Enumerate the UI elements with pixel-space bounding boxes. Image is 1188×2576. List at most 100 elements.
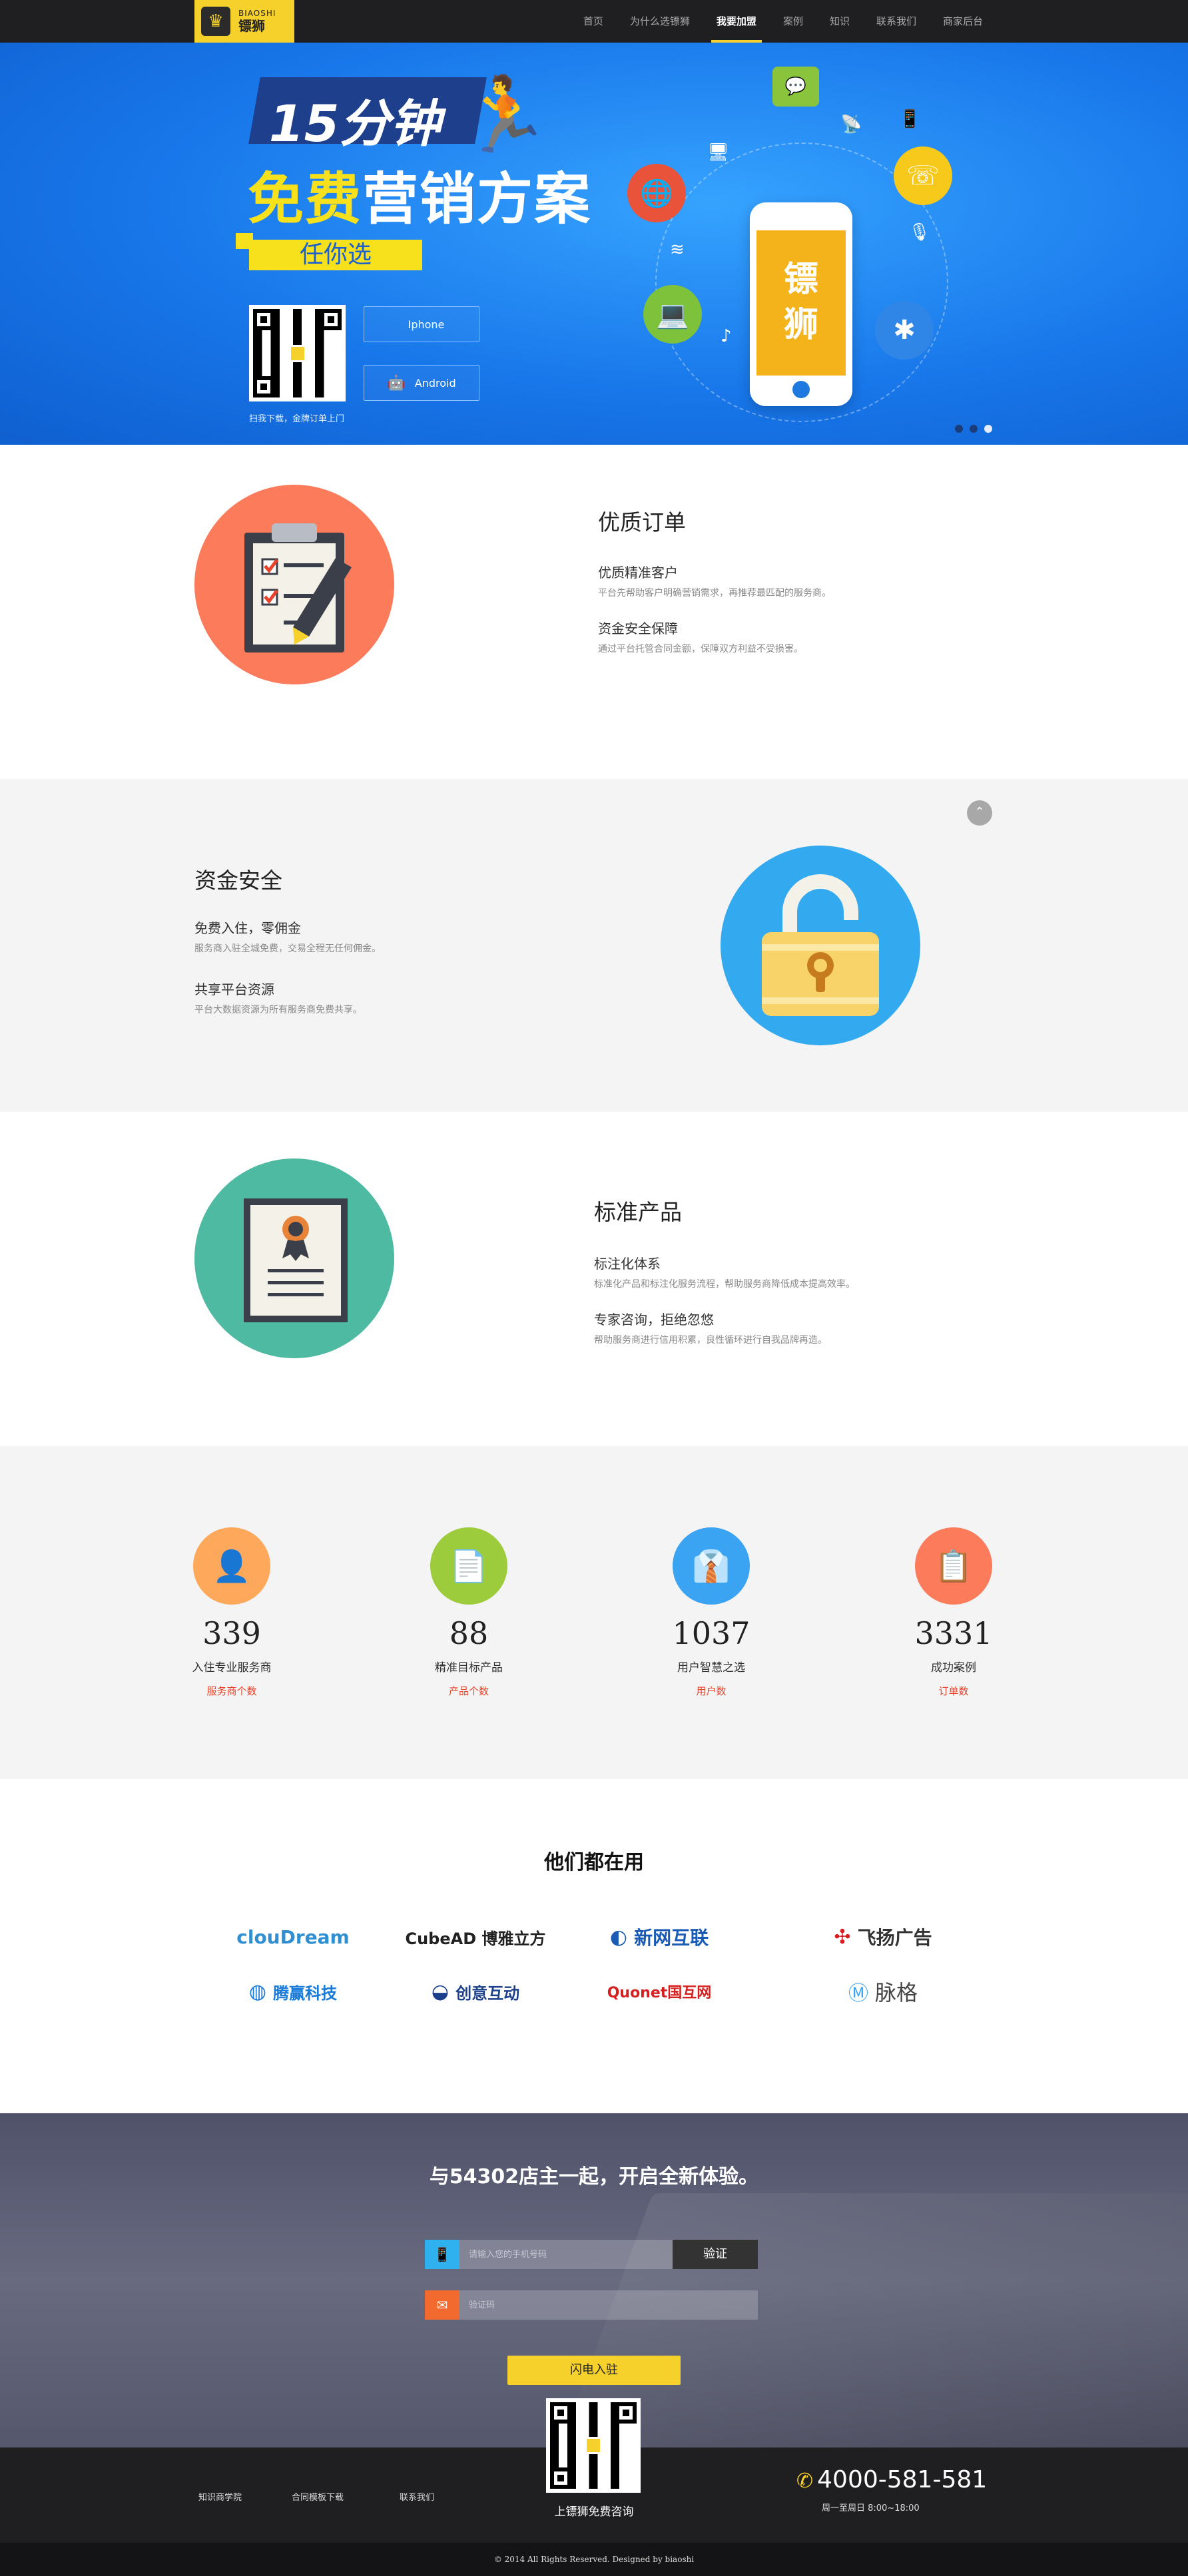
phone-text-2: 狮	[783, 305, 818, 345]
partner-logo-feiyang[interactable]: ✣ 飞扬广告	[810, 1920, 956, 1953]
stat-products: 📄 88 精准目标产品 产品个数	[396, 1527, 542, 1698]
partner-name: 脉格	[874, 1980, 918, 2005]
partner-logo-xinwang[interactable]: ◐ 新网互联	[586, 1920, 733, 1953]
stat-tag: 用户数	[696, 1685, 727, 1697]
android-download-button[interactable]: 🤖 Android	[364, 365, 479, 401]
laptop-background	[545, 2193, 1188, 2447]
footer: 知识商学院 合同模板下载 联系我们 上镖狮免费咨询 ✆ 4000-581-581 …	[0, 2398, 1188, 2543]
padlock-icon	[721, 846, 920, 1045]
nav-item-contact[interactable]: 联系我们	[863, 0, 930, 43]
partner-logo-maige[interactable]: Ⓜ 脉格	[810, 1975, 956, 2008]
nav-item-knowledge[interactable]: 知识	[816, 0, 863, 43]
logo-cn: 镖狮	[238, 18, 265, 35]
nav-item-home[interactable]: 首页	[570, 0, 617, 43]
signup-title: 与54302店主一起，开启全新体验。	[429, 2165, 759, 2189]
partner-name: 腾赢科技	[273, 1983, 338, 2003]
join-button[interactable]: 闪电入驻	[507, 2356, 681, 2385]
stat-tag: 产品个数	[448, 1685, 489, 1697]
feature-item-name: 标注化体系	[594, 1256, 661, 1272]
logo-text: BIAOSHI 镖狮	[238, 9, 276, 34]
footer-link-academy[interactable]: 知识商学院	[198, 2490, 242, 2503]
footer-qr-code	[546, 2398, 641, 2493]
partner-logo-cubead[interactable]: CubeAD 博雅立方	[402, 1920, 549, 1953]
certificate-icon	[194, 1159, 394, 1358]
iphone-download-button[interactable]: Iphone	[364, 306, 479, 342]
nav-item-merchant[interactable]: 商家后台	[930, 0, 996, 43]
pinwheel-icon: ✣	[834, 1925, 851, 1949]
feature-item-desc: 标准化产品和标注化服务流程，帮助服务商降低成本提高效率。	[594, 1279, 855, 1290]
feature-item-desc: 帮助服务商进行信用积累，良性循环进行自我品牌再造。	[594, 1335, 827, 1346]
iphone-label: Iphone	[408, 318, 445, 331]
phone-home-button	[792, 381, 810, 398]
nav-item-why[interactable]: 为什么选镖狮	[617, 0, 703, 43]
notes-icon: 📋	[915, 1527, 992, 1605]
mobile-icon: 📱	[425, 2240, 459, 2269]
stat-label: 入住专业服务商	[192, 1661, 272, 1674]
partner-logo-quonet[interactable]: Quonet国互网	[586, 1975, 733, 2008]
partner-logo-tengying[interactable]: ◍ 腾赢科技	[220, 1975, 366, 2008]
feature-item-desc: 服务商入驻全城免费，交易全程无任何佣金。	[194, 943, 381, 954]
hero-headline-2a: 免费	[248, 166, 363, 232]
envelope-icon: ✉	[425, 2290, 459, 2320]
partner-name: CubeAD 博雅立方	[405, 1929, 546, 1948]
verify-button[interactable]: 验证	[673, 2240, 758, 2269]
feature-section-orders: 优质订单 优质精准客户 平台先帮助客户明确营销需求，再推荐最匹配的服务商。 资金…	[0, 445, 1188, 779]
stat-number: 339	[202, 1615, 261, 1651]
music-icon: ♪	[721, 326, 732, 346]
stat-users: 👔 1037 用户智慧之选 用户数	[638, 1527, 784, 1698]
laptop-wifi-icon: 💻	[643, 285, 702, 344]
carousel-dot-2[interactable]	[970, 425, 978, 433]
hotline: ✆ 4000-581-581	[796, 2466, 987, 2493]
footer-qr-caption: 上镖狮免费咨询	[554, 2505, 634, 2519]
stat-label: 精准目标产品	[435, 1661, 503, 1674]
partner-logo-cloudream[interactable]: clouDream	[220, 1920, 366, 1953]
scroll-top-button[interactable]: ⌃	[967, 800, 992, 826]
carousel-dot-3[interactable]	[984, 425, 992, 433]
partner-name: clouDream	[236, 1926, 350, 1948]
carousel-dot-1[interactable]	[955, 425, 963, 433]
lion-icon: ♛	[201, 7, 230, 36]
partners-title: 他们都在用	[544, 1851, 644, 1874]
code-field: ✉	[425, 2290, 758, 2320]
stat-number: 1037	[672, 1615, 750, 1651]
mobile-icon: 📱	[899, 109, 921, 129]
feature-item-name: 免费入住，零佣金	[194, 920, 301, 936]
top-nav: ♛ BIAOSHI 镖狮 首页 为什么选镖狮 我要加盟 案例 知识 联系我们 商…	[0, 0, 1188, 43]
hero-headline-1: 15分钟	[268, 94, 441, 153]
antenna-icon: 📡	[840, 115, 862, 134]
carousel-dots	[955, 425, 992, 433]
partner-logo-chuangyi[interactable]: ◒ 创意互动	[402, 1975, 549, 2008]
stat-label: 用户智慧之选	[677, 1661, 745, 1674]
hero-tagline: 任你选	[236, 233, 422, 270]
feature-section-security: 资金安全 免费入住，零佣金 服务商入驻全城免费，交易全程无任何佣金。 共享平台资…	[0, 779, 1188, 1112]
phone-illustration: 镖 狮	[750, 202, 852, 406]
feature-item-desc: 通过平台托管合同金额，保障双方利益不受损害。	[598, 644, 803, 654]
nav-menu: 首页 为什么选镖狮 我要加盟 案例 知识 联系我们 商家后台	[570, 0, 996, 43]
code-input[interactable]	[459, 2290, 758, 2320]
hotline-number: 4000-581-581	[817, 2466, 988, 2493]
logo[interactable]: ♛ BIAOSHI 镖狮	[194, 0, 294, 43]
logo-en: BIAOSHI	[238, 8, 276, 18]
phone-input[interactable]	[459, 2240, 673, 2269]
phone-screen: 镖 狮	[756, 230, 846, 376]
footer-link-templates[interactable]: 合同模板下载	[292, 2490, 344, 2503]
stats-section: 👤 339 入住专业服务商 服务商个数 📄 88 精准目标产品 产品个数 👔 1…	[0, 1446, 1188, 1779]
tengying-icon: ◍	[248, 1979, 267, 2003]
partner-name: 新网互联	[634, 1927, 709, 1949]
feature-title: 标准产品	[594, 1199, 682, 1225]
hero-banner: 15分钟 🏃 免费营销方案 任你选 Iphone 🤖 Android 扫我下载，…	[0, 43, 1188, 445]
nav-item-join[interactable]: 我要加盟	[703, 0, 770, 43]
nav-item-cases[interactable]: 案例	[770, 0, 816, 43]
hero-caption: 扫我下载，金牌订单上门	[249, 414, 345, 424]
footer-link-contact[interactable]: 联系我们	[400, 2490, 434, 2503]
document-icon: 📄	[430, 1527, 507, 1605]
signup-section: 与54302店主一起，开启全新体验。 📱 验证 ✉ 闪电入驻	[0, 2113, 1188, 2447]
feature-section-products: 标准产品 标注化体系 标准化产品和标注化服务流程，帮助服务商降低成本提高效率。 …	[0, 1112, 1188, 1446]
hero-headline-box: 15分钟	[248, 77, 487, 153]
phone-text-1: 镖	[783, 260, 818, 300]
feature-item-name: 共享平台资源	[194, 981, 274, 997]
runner-icon: 🏃	[459, 72, 551, 157]
swirl-icon: ◐	[609, 1925, 628, 1949]
monitor-icon: 🖥	[707, 142, 730, 162]
feature-item-name: 资金安全保障	[598, 621, 678, 637]
